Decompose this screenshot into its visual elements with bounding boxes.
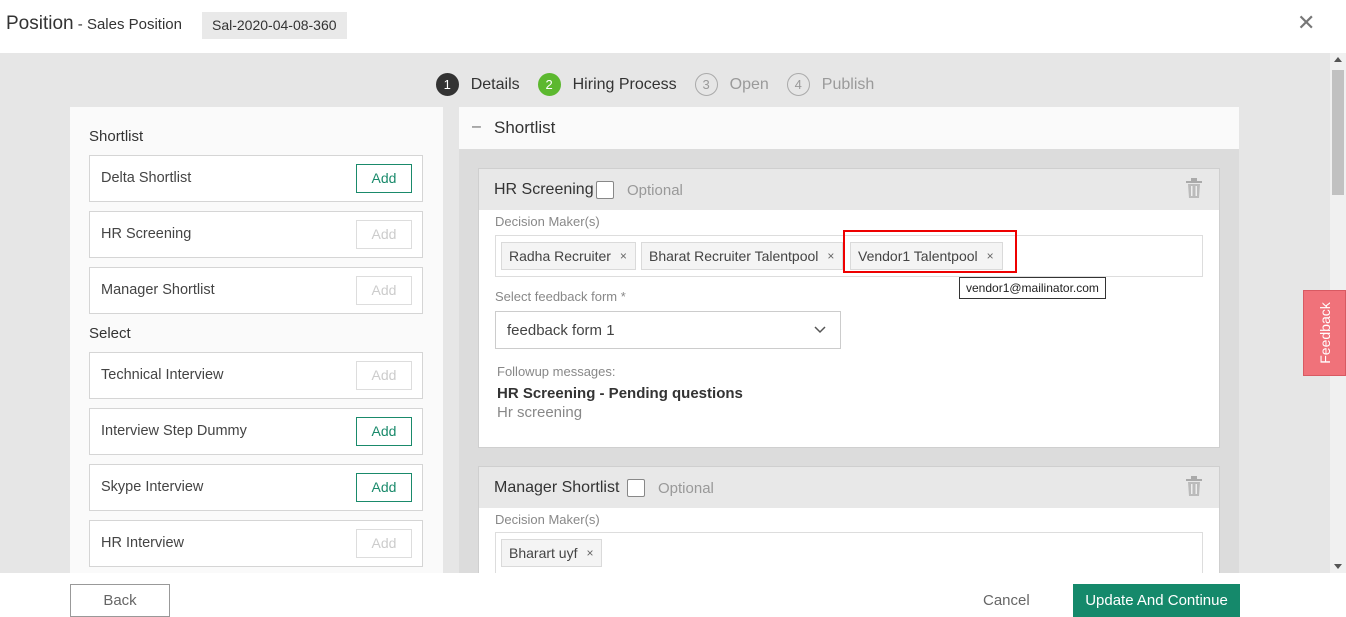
- add-button[interactable]: Add: [356, 164, 412, 193]
- wizard-stepper: 1 Details 2 Hiring Process 3 Open 4 Publish: [0, 73, 1310, 96]
- stage-card-technical-interview: Technical Interview Add: [89, 352, 423, 399]
- back-button[interactable]: Back: [70, 584, 170, 617]
- chevron-down-icon: [814, 321, 826, 344]
- optional-checkbox[interactable]: [596, 181, 614, 199]
- stage-card-hr-interview: HR Interview Add: [89, 520, 423, 567]
- feedback-form-select[interactable]: feedback form 1: [495, 311, 841, 349]
- highlight-box: [843, 230, 1017, 273]
- decision-maker-tag: Bharart uyf ×: [501, 539, 603, 567]
- step-number: 4: [786, 73, 810, 96]
- main-content: 1 Details 2 Hiring Process 3 Open 4 Publish …: [0, 53, 1330, 573]
- followup-title: HR Screening - Pending questions: [497, 385, 743, 402]
- stage-card-manager-shortlist-config: Manager Shortlist Optional Decision Make…: [478, 466, 1220, 573]
- stage-name: HR Screening: [494, 181, 594, 198]
- remove-tag-icon[interactable]: ×: [827, 243, 834, 269]
- stage-card-hr-screening-config: HR Screening Optional Decision Maker(s) …: [478, 168, 1220, 448]
- decision-makers-label: Decision Maker(s): [495, 512, 600, 527]
- tag-label: Bharat Recruiter Talentpool: [649, 248, 819, 264]
- decision-maker-tag: Bharat Recruiter Talentpool ×: [641, 242, 844, 270]
- tag-label: Radha Recruiter: [509, 248, 611, 264]
- remove-tag-icon[interactable]: ×: [586, 540, 593, 566]
- stage-card-label: Skype Interview: [101, 479, 204, 495]
- page-title: Position - Sales Position: [6, 13, 182, 35]
- step-label: Open: [729, 75, 769, 93]
- scroll-down-icon[interactable]: [1334, 564, 1342, 569]
- modal-footer: Back Cancel Update And Continue: [0, 573, 1346, 617]
- step-number: 3: [694, 73, 718, 96]
- page-title-text: Position: [6, 13, 74, 34]
- stage-card-label: Delta Shortlist: [101, 170, 192, 186]
- step-open[interactable]: 3 Open: [694, 73, 769, 96]
- decision-makers-input[interactable]: Bharart uyf ×: [495, 532, 1203, 573]
- followup-subtitle: Hr screening: [497, 404, 583, 421]
- remove-tag-icon[interactable]: ×: [620, 243, 627, 269]
- shortlist-group-label: Shortlist: [89, 128, 144, 145]
- step-number: 2: [537, 73, 561, 96]
- stage-card-manager-shortlist: Manager Shortlist Add: [89, 267, 423, 314]
- add-button: Add: [356, 276, 412, 305]
- feedback-form-value: feedback form 1: [507, 322, 615, 339]
- step-publish[interactable]: 4 Publish: [786, 73, 875, 96]
- stage-card-hr-screening: HR Screening Add: [89, 211, 423, 258]
- card-header: Manager Shortlist Optional: [479, 467, 1219, 508]
- feedback-label: Feedback: [1316, 302, 1333, 364]
- optional-checkbox[interactable]: [627, 479, 645, 497]
- scrollbar-thumb[interactable]: [1332, 70, 1344, 195]
- step-number: 1: [435, 73, 459, 96]
- step-label: Details: [470, 75, 520, 93]
- card-header: HR Screening Optional: [479, 169, 1219, 210]
- stage-card-label: Technical Interview: [101, 367, 224, 383]
- stage-card-label: Manager Shortlist: [101, 282, 215, 298]
- optional-label: Optional: [658, 480, 714, 497]
- page-subtitle: - Sales Position: [73, 16, 182, 33]
- step-hiring-process[interactable]: 2 Hiring Process: [537, 73, 677, 96]
- add-button[interactable]: Add: [356, 473, 412, 502]
- stage-library-panel: Shortlist Delta Shortlist Add HR Screeni…: [70, 107, 443, 573]
- shortlist-section-body: HR Screening Optional Decision Maker(s) …: [459, 149, 1239, 573]
- close-icon[interactable]: ✕: [1297, 10, 1315, 36]
- decision-makers-label: Decision Maker(s): [495, 214, 600, 229]
- optional-label: Optional: [627, 182, 683, 199]
- stage-card-label: Interview Step Dummy: [101, 423, 247, 439]
- step-label: Hiring Process: [572, 75, 677, 93]
- feedback-tab[interactable]: Feedback: [1303, 290, 1346, 376]
- feedback-form-label: Select feedback form *: [495, 289, 626, 304]
- followup-label: Followup messages:: [497, 364, 616, 379]
- stage-card-label: HR Screening: [101, 226, 192, 242]
- collapse-icon[interactable]: –: [472, 118, 481, 136]
- stage-card-label: HR Interview: [101, 535, 184, 551]
- tag-label: Bharart uyf: [509, 545, 578, 561]
- email-tooltip: vendor1@mailinator.com: [959, 277, 1106, 299]
- trash-icon[interactable]: [1185, 178, 1203, 203]
- cancel-button[interactable]: Cancel: [983, 592, 1030, 609]
- step-label: Publish: [821, 75, 875, 93]
- add-button[interactable]: Add: [356, 417, 412, 446]
- stage-name: Manager Shortlist: [494, 479, 620, 496]
- update-and-continue-button[interactable]: Update And Continue: [1073, 584, 1240, 617]
- stage-card-delta-shortlist: Delta Shortlist Add: [89, 155, 423, 202]
- position-code-badge: Sal-2020-04-08-360: [202, 12, 347, 39]
- step-details[interactable]: 1 Details: [435, 73, 520, 96]
- section-title: Shortlist: [494, 118, 556, 137]
- shortlist-section-header[interactable]: – Shortlist: [459, 107, 1239, 149]
- add-button: Add: [356, 220, 412, 249]
- add-button: Add: [356, 529, 412, 558]
- modal-header: Position - Sales Position Sal-2020-04-08…: [0, 0, 1346, 53]
- stage-card-interview-step-dummy: Interview Step Dummy Add: [89, 408, 423, 455]
- add-button: Add: [356, 361, 412, 390]
- stage-card-skype-interview: Skype Interview Add: [89, 464, 423, 511]
- trash-icon[interactable]: [1185, 476, 1203, 501]
- decision-maker-tag: Radha Recruiter ×: [501, 242, 636, 270]
- hiring-process-panel: – Shortlist HR Screening Optional Decisi…: [459, 107, 1239, 573]
- select-group-label: Select: [89, 325, 131, 342]
- scroll-up-icon[interactable]: [1334, 57, 1342, 62]
